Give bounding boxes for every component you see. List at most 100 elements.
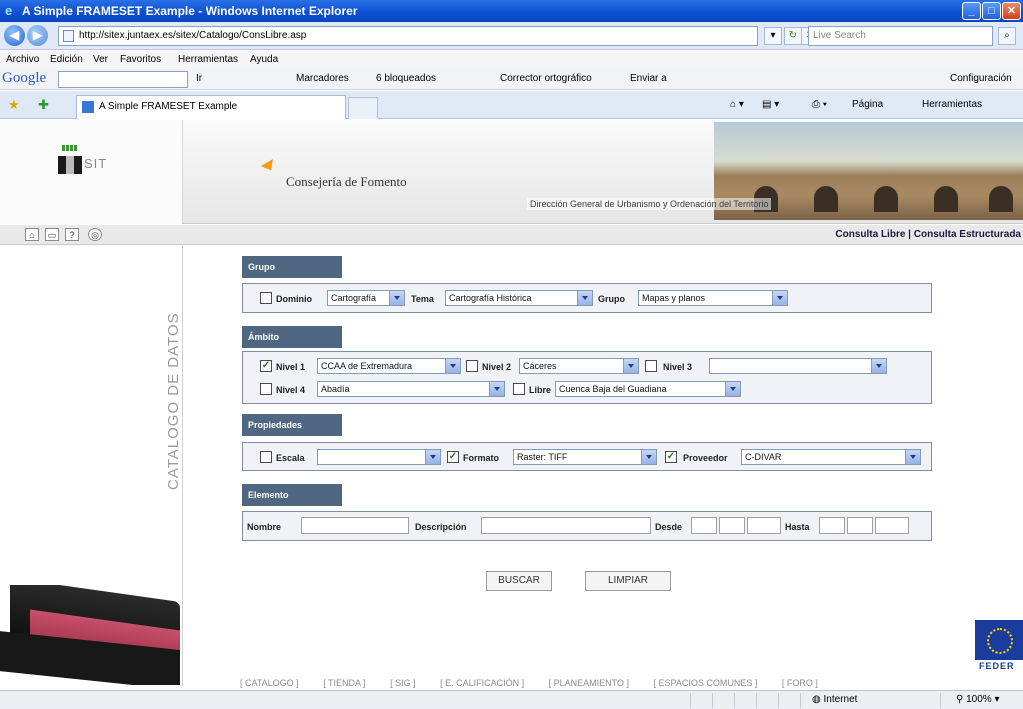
formato-select[interactable]: Raster: TIFF bbox=[513, 449, 657, 465]
nivel1-label: Nivel 1 bbox=[276, 362, 306, 372]
buscar-button[interactable]: BUSCAR bbox=[486, 571, 552, 591]
menu-bar: Archivo Edición Ver Favoritos Herramient… bbox=[0, 51, 1023, 68]
menu-archivo[interactable]: Archivo bbox=[6, 54, 39, 65]
grupo-header: Grupo bbox=[242, 256, 342, 278]
descripcion-input[interactable] bbox=[481, 517, 651, 534]
footer-links: [ CATALOGO ] [ TIENDA ] [ SIG ] [ E. CAL… bbox=[240, 678, 840, 688]
footer-link-calificacion[interactable]: [ E. CALIFICACIÓN ] bbox=[440, 678, 524, 688]
propiedades-header: Propiedades bbox=[242, 414, 342, 436]
menu-ayuda[interactable]: Ayuda bbox=[250, 54, 278, 65]
home-icon[interactable]: ⌂ ▾ bbox=[730, 99, 744, 110]
tools-menu[interactable]: Herramientas bbox=[922, 99, 982, 110]
dropdown-icon[interactable]: ▾ bbox=[764, 27, 782, 45]
favorites-star-icon[interactable]: ★ bbox=[8, 97, 20, 113]
footer-link-espacios-comunes[interactable]: [ ESPACIOS COMUNES ] bbox=[654, 678, 758, 688]
refresh-icon[interactable]: ↻ bbox=[784, 27, 802, 45]
photo-arch bbox=[989, 186, 1013, 212]
nivel2-select[interactable]: Cáceres bbox=[519, 358, 639, 374]
tema-select[interactable]: Cartografía Histórica bbox=[445, 290, 593, 306]
maximize-button[interactable]: □ bbox=[982, 2, 1001, 20]
photo-arch bbox=[934, 186, 958, 212]
new-tab-button[interactable] bbox=[348, 97, 378, 119]
nivel2-checkbox[interactable] bbox=[466, 360, 478, 372]
nivel3-checkbox[interactable] bbox=[645, 360, 657, 372]
desde-year-input[interactable] bbox=[747, 517, 781, 534]
add-favorites-icon[interactable]: ✚ bbox=[38, 97, 49, 113]
formato-checkbox[interactable]: ✓ bbox=[447, 451, 459, 463]
address-input[interactable]: http://sitex.juntaex.es/sitex/Catalogo/C… bbox=[58, 26, 758, 46]
close-button[interactable]: ✕ bbox=[1002, 2, 1021, 20]
ambito-header: Ámbito bbox=[242, 326, 342, 348]
window-icon[interactable]: ▭ bbox=[45, 228, 59, 241]
libre-select[interactable]: Cuenca Baja del Guadiana bbox=[555, 381, 741, 397]
nivel1-select[interactable]: CCAA de Extremadura bbox=[317, 358, 461, 374]
dominio-checkbox[interactable] bbox=[260, 292, 272, 304]
tab-page-icon bbox=[82, 101, 94, 113]
limpiar-button[interactable]: LIMPIAR bbox=[585, 571, 671, 591]
nivel1-checkbox[interactable]: ✓ bbox=[260, 360, 272, 372]
nivel3-select[interactable] bbox=[709, 358, 887, 374]
search-icon[interactable]: ⌕ bbox=[998, 27, 1016, 45]
search-input[interactable]: Live Search bbox=[808, 26, 993, 46]
ambito-section: ✓ Nivel 1 CCAA de Extremadura Nivel 2 Cá… bbox=[242, 351, 932, 404]
footer-link-catalogo[interactable]: [ CATALOGO ] bbox=[240, 678, 299, 688]
minimize-button[interactable]: _ bbox=[962, 2, 981, 20]
grupo-section: Dominio Cartografía Tema Cartografía His… bbox=[242, 283, 932, 313]
menu-herramientas[interactable]: Herramientas bbox=[178, 54, 238, 65]
security-zone: ◍ Internet bbox=[812, 694, 858, 705]
proveedor-checkbox[interactable]: ✓ bbox=[665, 451, 677, 463]
feder-label: FEDER bbox=[979, 661, 1015, 671]
bookmarks-button[interactable]: Marcadores bbox=[296, 73, 349, 84]
nivel4-select[interactable]: Abadía bbox=[317, 381, 505, 397]
hasta-month-input[interactable] bbox=[847, 517, 873, 534]
globe-icon[interactable]: ◎ bbox=[88, 228, 102, 241]
menu-favoritos[interactable]: Favoritos bbox=[120, 54, 161, 65]
send-to-button[interactable]: Enviar a bbox=[630, 73, 667, 84]
grupo-select[interactable]: Mapas y planos bbox=[638, 290, 788, 306]
consulta-links[interactable]: Consulta Libre | Consulta Estructurada bbox=[835, 229, 1021, 240]
libre-checkbox[interactable] bbox=[513, 383, 525, 395]
menu-edicion[interactable]: Edición bbox=[50, 54, 83, 65]
google-search-input[interactable] bbox=[58, 71, 188, 88]
back-button[interactable]: ◀ bbox=[4, 25, 25, 46]
nivel4-label: Nivel 4 bbox=[276, 385, 306, 395]
feeds-icon[interactable]: ▤ ▾ bbox=[762, 99, 779, 110]
tema-label: Tema bbox=[411, 294, 434, 304]
home-icon[interactable]: ⌂ bbox=[25, 228, 39, 241]
footer-link-foro[interactable]: [ FORO ] bbox=[782, 678, 818, 688]
footer-link-tienda[interactable]: [ TIENDA ] bbox=[323, 678, 365, 688]
popup-blocked-button[interactable]: 6 bloqueados bbox=[376, 73, 436, 84]
sitex-logo[interactable]: SIT bbox=[0, 120, 183, 224]
desde-month-input[interactable] bbox=[719, 517, 745, 534]
help-icon[interactable]: ? bbox=[65, 228, 79, 241]
zoom-level[interactable]: ⚲ 100% ▾ bbox=[956, 694, 1000, 705]
propiedades-section: Escala ✓ Formato Raster: TIFF ✓ Proveedo… bbox=[242, 442, 932, 471]
escala-checkbox[interactable] bbox=[260, 451, 272, 463]
hasta-year-input[interactable] bbox=[875, 517, 909, 534]
dominio-select[interactable]: Cartografía bbox=[327, 290, 405, 306]
print-icon[interactable]: ⎙ ▾ bbox=[812, 99, 827, 110]
site-nav-bar: ⌂ ▭ ? ◎ Consulta Libre | Consulta Estruc… bbox=[0, 225, 1023, 245]
footer-link-sig[interactable]: [ SIG ] bbox=[390, 678, 416, 688]
footer-link-planeamiento[interactable]: [ PLANEAMIENTO ] bbox=[549, 678, 629, 688]
tab-frameset-example[interactable]: A Simple FRAMESET Example bbox=[76, 95, 346, 119]
go-button[interactable]: Ir bbox=[196, 73, 202, 84]
tab-bar: ★ ✚ A Simple FRAMESET Example ⌂ ▾ ▤ ▾ ⎙ … bbox=[0, 91, 1023, 119]
photo-arch bbox=[814, 186, 838, 212]
menu-ver[interactable]: Ver bbox=[93, 54, 108, 65]
page-menu[interactable]: Página bbox=[852, 99, 883, 110]
forward-button[interactable]: ▶ bbox=[27, 25, 48, 46]
google-settings-button[interactable]: Configuración bbox=[950, 73, 1012, 84]
catalogo-label: CATALOGO DE DATOS bbox=[165, 312, 182, 490]
nivel3-label: Nivel 3 bbox=[663, 362, 693, 372]
nivel4-checkbox[interactable] bbox=[260, 383, 272, 395]
address-url: http://sitex.juntaex.es/sitex/Catalogo/C… bbox=[79, 30, 307, 41]
proveedor-select[interactable]: C-DIVAR bbox=[741, 449, 921, 465]
logo-wordmark: SIT bbox=[84, 156, 108, 171]
logo-mark bbox=[58, 156, 82, 174]
desde-day-input[interactable] bbox=[691, 517, 717, 534]
spellcheck-button[interactable]: Corrector ortográfico bbox=[500, 73, 592, 84]
hasta-day-input[interactable] bbox=[819, 517, 845, 534]
escala-select[interactable] bbox=[317, 449, 441, 465]
nombre-input[interactable] bbox=[301, 517, 409, 534]
